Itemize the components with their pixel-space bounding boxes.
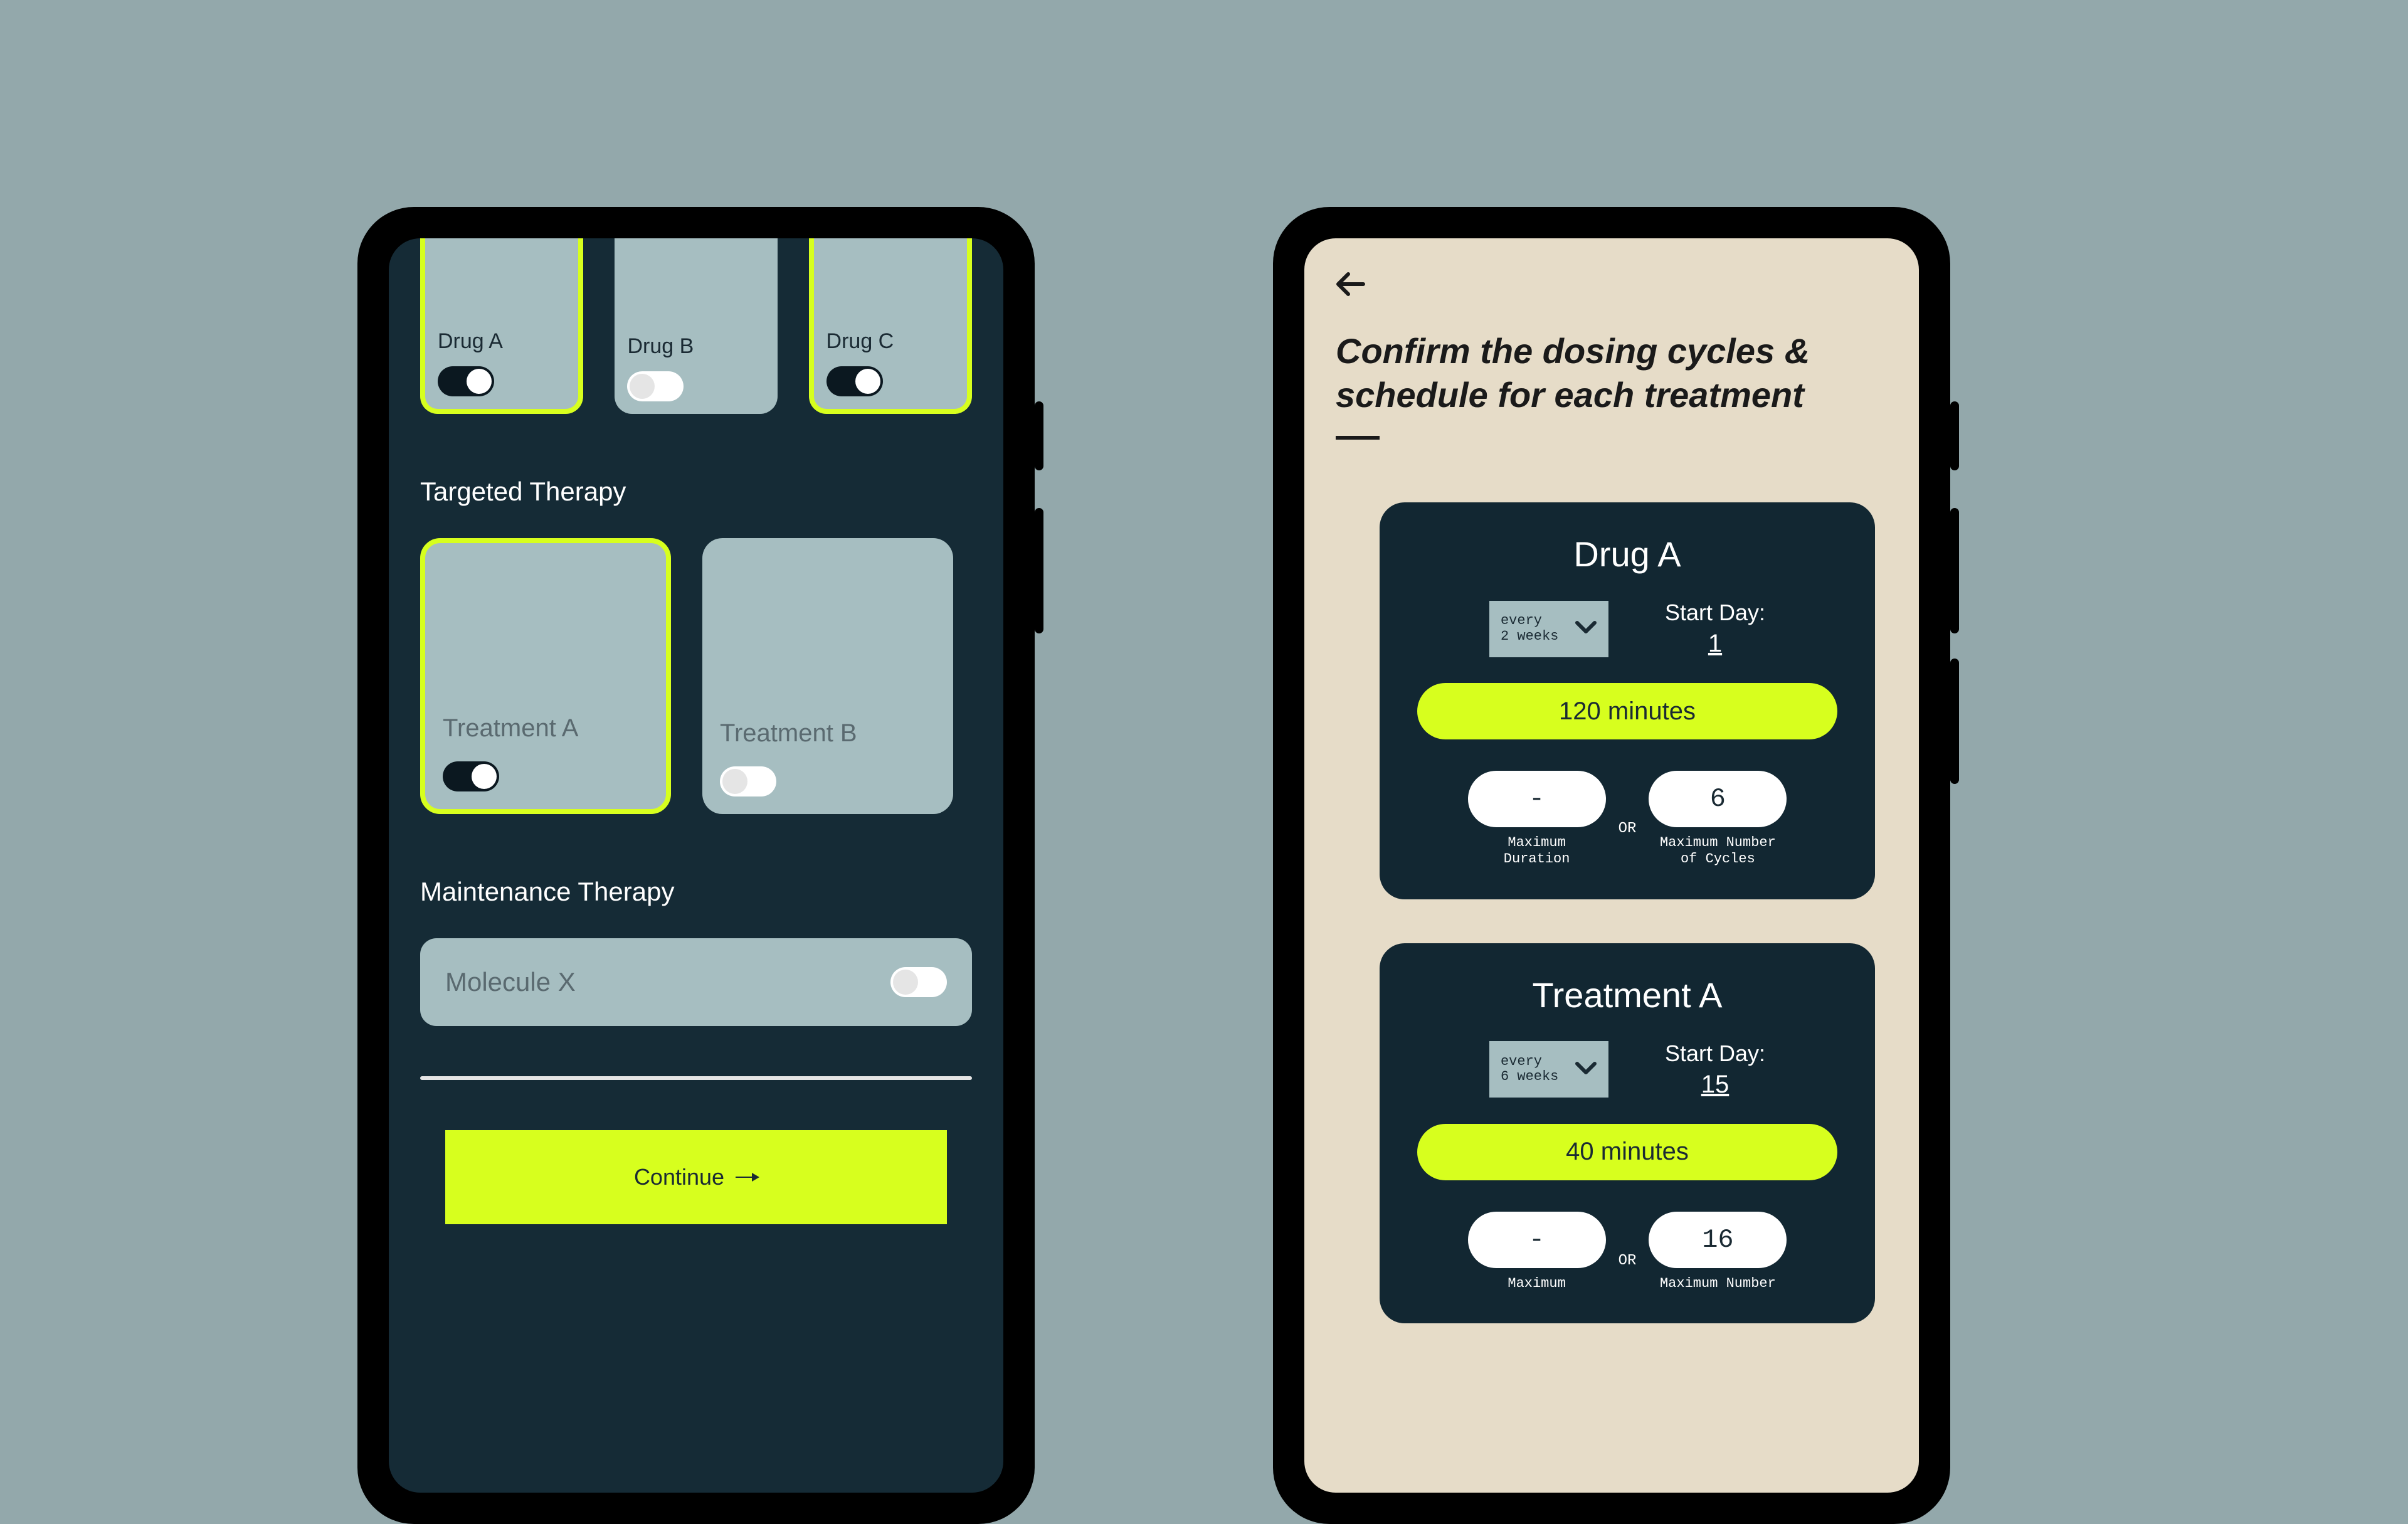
start-day[interactable]: Start Day: 15 [1665,1040,1765,1099]
side-button [1035,508,1043,633]
dose-card-treatment-a: Treatment A every 6 weeks Start Day: 15 … [1380,943,1875,1323]
max-duration-input[interactable]: - [1468,1212,1606,1268]
max-duration-input[interactable]: - [1468,771,1606,827]
drug-row: Drug A Drug B Drug C [420,238,972,414]
or-text: OR [1619,1252,1637,1269]
back-button[interactable] [1336,270,1366,304]
chevron-down-icon [1575,1060,1597,1079]
start-day-label: Start Day: [1665,1040,1765,1066]
treatment-label: Treatment A [443,714,648,743]
phone-mockup-left: Drug A Drug B Drug C Targeted Therapy Tr… [357,207,1035,1524]
treatment-label: Treatment B [720,719,936,748]
screen-therapy-selection: Drug A Drug B Drug C Targeted Therapy Tr… [389,238,1003,1493]
side-button [1950,401,1959,470]
side-button [1035,401,1043,470]
page-heading: Confirm the dosing cycles & schedule for… [1336,329,1837,417]
heading-underline [1336,436,1380,440]
max-cycles-input[interactable]: 16 [1649,1212,1787,1268]
toggle-drug-a[interactable] [438,366,494,396]
max-duration-label: Maximum [1508,1276,1565,1292]
start-day-value: 15 [1665,1071,1765,1099]
drug-label: Drug C [826,329,954,354]
drug-label: Drug A [438,329,566,354]
max-cycles-label: Maximum Number of Cycles [1660,835,1776,868]
dose-title: Treatment A [1417,975,1837,1015]
frequency-value: every 6 weeks [1501,1054,1558,1084]
max-cycles-input[interactable]: 6 [1649,771,1787,827]
duration-value: 40 minutes [1566,1138,1689,1166]
duration-pill[interactable]: 120 minutes [1417,683,1837,739]
arrow-left-icon [1336,272,1366,297]
toggle-treatment-a[interactable] [443,761,499,791]
treatment-row: Treatment A Treatment B [420,538,972,814]
divider [420,1076,972,1080]
toggle-treatment-b[interactable] [720,766,776,796]
start-day-value: 1 [1665,630,1765,658]
section-title-maintenance: Maintenance Therapy [420,877,972,907]
max-duration-value: - [1529,1225,1545,1255]
max-cycles-value: 16 [1702,1225,1733,1255]
duration-pill[interactable]: 40 minutes [1417,1124,1837,1180]
side-button [1950,659,1959,784]
maintenance-label: Molecule X [445,967,576,997]
maintenance-card[interactable]: Molecule X [420,938,972,1026]
section-title-targeted: Targeted Therapy [420,477,972,507]
arrow-right-icon [736,1177,758,1178]
frequency-select[interactable]: every 2 weeks [1489,601,1608,657]
phone-mockup-right: Confirm the dosing cycles & schedule for… [1273,207,1950,1524]
toggle-molecule-x[interactable] [890,967,947,997]
max-duration-value: - [1529,784,1545,814]
drug-label: Drug B [627,334,764,359]
toggle-drug-c[interactable] [826,366,883,396]
frequency-select[interactable]: every 6 weeks [1489,1041,1608,1098]
screen-dosing-schedule: Confirm the dosing cycles & schedule for… [1304,238,1919,1493]
dose-card-drug-a: Drug A every 2 weeks Start Day: 1 120 mi… [1380,502,1875,899]
drug-card-b[interactable]: Drug B [615,238,777,414]
duration-value: 120 minutes [1559,697,1696,726]
max-duration-label: Maximum Duration [1504,835,1570,868]
treatment-card-b[interactable]: Treatment B [702,538,953,814]
max-cycles-label: Maximum Number [1660,1276,1776,1292]
or-text: OR [1619,820,1637,837]
dose-title: Drug A [1417,534,1837,574]
chevron-down-icon [1575,619,1597,638]
toggle-drug-b[interactable] [627,371,684,401]
max-cycles-value: 6 [1710,784,1726,814]
frequency-value: every 2 weeks [1501,613,1558,643]
continue-button[interactable]: Continue [445,1130,947,1224]
drug-card-a[interactable]: Drug A [420,238,583,414]
treatment-card-a[interactable]: Treatment A [420,538,671,814]
side-button [1950,508,1959,633]
start-day[interactable]: Start Day: 1 [1665,600,1765,658]
continue-label: Continue [634,1164,724,1190]
drug-card-c[interactable]: Drug C [809,238,972,414]
start-day-label: Start Day: [1665,600,1765,625]
